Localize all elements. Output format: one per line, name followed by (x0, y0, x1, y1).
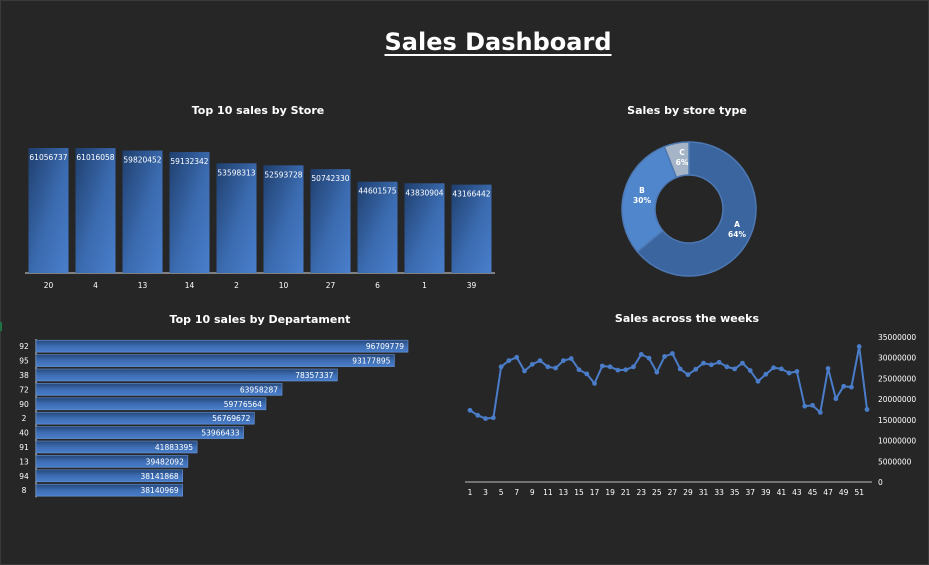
weeks-point (763, 371, 769, 377)
weeks-x-tick: 29 (683, 488, 693, 497)
weeks-x-tick: 49 (839, 488, 849, 497)
weeks-x-tick: 3 (483, 488, 488, 497)
weeks-y-tick: 10000000 (878, 437, 916, 446)
weeks-y-tick: 15000000 (878, 416, 916, 425)
weeks-point (576, 367, 582, 373)
weeks-point (561, 358, 566, 364)
weeks-x-tick: 9 (530, 488, 535, 497)
weeks-point (475, 412, 481, 418)
weeks-x-tick: 7 (514, 488, 519, 497)
weeks-point (646, 355, 652, 361)
weeks-point (584, 371, 590, 377)
weeks-point (794, 368, 800, 374)
weeks-x-tick: 21 (621, 488, 631, 497)
weeks-point (592, 381, 597, 386)
weeks-y-tick: 35000000 (878, 333, 916, 342)
weeks-point (685, 372, 691, 378)
weeks-point (537, 358, 543, 364)
weeks-point (599, 363, 605, 369)
weeks-x-tick: 23 (636, 488, 646, 497)
weeks-x-tick: 27 (668, 488, 678, 497)
weeks-point (732, 366, 738, 372)
weeks-point (747, 368, 753, 373)
weeks-x-tick: 35 (730, 488, 740, 497)
weeks-x-tick: 37 (745, 488, 755, 497)
weeks-x-tick: 43 (792, 488, 802, 497)
weeks-y-tick: 30000000 (878, 354, 916, 363)
weeks-point (607, 364, 613, 370)
weeks-point (856, 344, 862, 349)
weeks-point (467, 407, 473, 413)
weeks-point (771, 365, 776, 371)
weeks-point (669, 351, 675, 356)
weeks-x-tick: 1 (468, 488, 473, 497)
weeks-x-tick: 17 (590, 488, 600, 497)
weeks-point (701, 360, 706, 366)
weeks-point (490, 415, 496, 421)
weeks-x-tick: 13 (559, 488, 569, 497)
weeks-point (716, 359, 722, 365)
weeks-y-tick: 5000000 (878, 457, 912, 466)
weeks-point (833, 396, 839, 402)
weeks-point (817, 410, 823, 415)
weeks-point (740, 360, 745, 366)
weeks-point (849, 384, 854, 390)
weeks-y-tick: 0 (878, 478, 883, 487)
weeks-x-tick: 41 (777, 488, 787, 497)
weeks-point (677, 366, 683, 372)
weeks-point (786, 370, 792, 376)
weeks-x-tick: 45 (808, 488, 818, 497)
weeks-x-tick: 15 (574, 488, 584, 497)
weeks-x-tick: 19 (605, 488, 615, 497)
weeks-point (825, 366, 831, 371)
weeks-point (514, 354, 520, 360)
weeks-point (545, 364, 551, 370)
weeks-point (483, 416, 488, 422)
weeks-point (864, 407, 870, 412)
weeks-point (841, 383, 847, 389)
weeks-point (631, 364, 636, 370)
weeks-point (693, 366, 699, 372)
weeks-series-line (469, 346, 868, 420)
weeks-point (662, 354, 668, 359)
weeks-y-tick: 25000000 (878, 374, 916, 383)
weeks-point (755, 378, 761, 384)
weeks-point (802, 403, 808, 409)
weeks-line-chart: 1 3 5 7 9 11 13 15 17 19 21 23 25 27 29 31 33 35 37 39 41 43 4… (465, 333, 916, 497)
weeks-point (522, 368, 527, 374)
weeks-x-tick: 51 (854, 488, 864, 497)
weeks-point (654, 369, 660, 375)
weeks-point (506, 358, 512, 364)
weeks-x-tick: 47 (823, 488, 833, 497)
weeks-x-tick: 39 (761, 488, 771, 497)
weeks-x-tick: 5 (499, 488, 504, 497)
weeks-point (529, 361, 535, 367)
weeks-point (498, 364, 504, 370)
weeks-x-tick: 11 (543, 488, 553, 497)
weeks-point (623, 367, 629, 373)
weeks-point (615, 367, 621, 373)
weeks-point (724, 364, 730, 370)
weeks-y-tick: 20000000 (878, 395, 916, 404)
weeks-point (810, 402, 815, 408)
weeks-point (778, 366, 784, 372)
weeks-point (708, 362, 714, 368)
weeks-point (638, 352, 644, 357)
weeks-x-tick: 31 (699, 488, 709, 497)
weeks-point (553, 365, 559, 371)
weeks-x-tick: 33 (714, 488, 724, 497)
weeks-point (568, 356, 574, 361)
weeks-x-tick: 25 (652, 488, 662, 497)
